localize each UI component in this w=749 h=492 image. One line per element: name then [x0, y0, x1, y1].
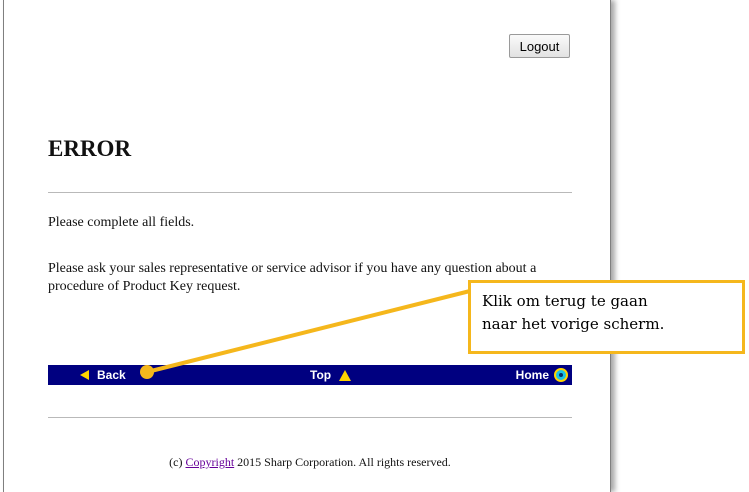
- nav-bar: Back Top Home: [48, 365, 572, 385]
- logout-button[interactable]: Logout: [509, 34, 570, 58]
- callout-line-1: Klik om terug te gaan: [482, 292, 648, 310]
- callout-line-2: naar het vorige scherm.: [482, 315, 665, 333]
- divider-bottom: [48, 417, 572, 418]
- back-label: Back: [97, 368, 126, 382]
- arrow-left-icon: [80, 370, 89, 380]
- footer-text: (c) Copyright 2015 Sharp Corporation. Al…: [48, 455, 572, 470]
- footer-suffix: 2015 Sharp Corporation. All rights reser…: [234, 455, 451, 469]
- page-panel: Logout ERROR Please complete all fields.…: [3, 0, 611, 492]
- callout-box: Klik om terug te gaan naar het vorige sc…: [468, 280, 745, 354]
- home-label: Home: [515, 368, 549, 382]
- arrow-up-icon: [339, 369, 352, 381]
- divider-top: [48, 192, 572, 193]
- top-link[interactable]: Top: [310, 365, 352, 385]
- footer-prefix: (c): [169, 455, 186, 469]
- top-label: Top: [310, 368, 332, 382]
- back-link[interactable]: Back: [80, 365, 126, 385]
- home-link[interactable]: Home: [516, 365, 568, 385]
- home-icon: [554, 368, 568, 382]
- page-title: ERROR: [48, 136, 132, 161]
- error-message: Please complete all fields.: [48, 215, 195, 230]
- copyright-link[interactable]: Copyright: [186, 455, 235, 469]
